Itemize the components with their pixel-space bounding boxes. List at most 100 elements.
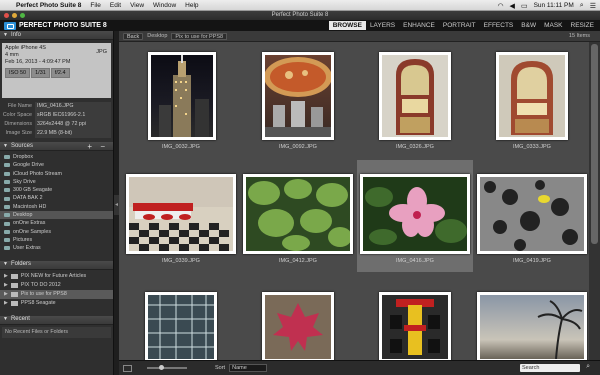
back-button[interactable]: Back: [123, 32, 144, 40]
thumbnail-cell[interactable]: IMG_0419.JPG: [474, 160, 590, 272]
clock[interactable]: Sun 11:11 PM: [534, 2, 574, 9]
folder-item[interactable]: ▶ PPS8 Seagate: [0, 299, 113, 308]
thumbnail-cell[interactable]: [474, 276, 590, 362]
thumbnail-caption: IMG_0092.JPG: [279, 144, 317, 150]
menu-view[interactable]: View: [130, 2, 144, 9]
menu-help[interactable]: Help: [185, 2, 198, 9]
thumbnail-image-pizza[interactable]: [262, 52, 334, 140]
info-summary: Apple iPhone 4S JPG 4 mm Feb 16, 2013 - …: [2, 43, 111, 98]
recent-header[interactable]: ▼ Recent: [0, 315, 113, 325]
module-tabs: BROWSE LAYERS ENHANCE PORTRAIT EFFECTS B…: [328, 20, 598, 31]
tab-portrait[interactable]: PORTRAIT: [439, 21, 480, 30]
source-item-skydrive[interactable]: Sky Drive: [0, 178, 113, 186]
tab-effects[interactable]: EFFECTS: [480, 21, 518, 30]
thumbnail-cell[interactable]: IMG_0412.JPG: [240, 160, 356, 272]
search-input[interactable]: Search: [520, 364, 580, 372]
source-item-onone-extras[interactable]: onOne Extras: [0, 219, 113, 227]
source-item-onone-samples[interactable]: onOne Samples: [0, 228, 113, 236]
thumbnail-caption: IMG_0032.JPG: [162, 144, 200, 150]
spotlight-icon[interactable]: ⌕: [580, 2, 584, 10]
tab-mask[interactable]: MASK: [540, 21, 566, 30]
menu-app[interactable]: Perfect Photo Suite 8: [16, 2, 81, 9]
folder-icon: [10, 300, 18, 306]
thumbnail-image-diner[interactable]: [126, 174, 236, 254]
maple-leaf-illustration: [273, 303, 323, 351]
thumbnail-image-city-night[interactable]: [148, 52, 216, 140]
disclosure-triangle-icon[interactable]: ▼: [3, 315, 8, 324]
thumbnail-cell[interactable]: IMG_0333.JPG: [474, 46, 590, 158]
breadcrumb-current-folder[interactable]: Pix to use for PPS8: [171, 32, 228, 40]
add-remove-source-buttons[interactable]: + −: [87, 142, 108, 151]
folder-item[interactable]: ▶ PIX NEW for Future Articles: [0, 272, 113, 281]
source-item-macintosh-hd[interactable]: Macintosh HD: [0, 203, 113, 211]
tab-layers[interactable]: LAYERS: [366, 21, 399, 30]
folder-item[interactable]: ▶ PIX TO DO 2012: [0, 281, 113, 290]
thumbnail-cell[interactable]: [357, 276, 473, 362]
slider-knob[interactable]: [159, 365, 164, 370]
source-item-desktop[interactable]: Desktop: [0, 211, 113, 220]
tab-bw[interactable]: B&W: [517, 21, 540, 30]
thumbnail-size-slider[interactable]: [147, 365, 187, 370]
menu-window[interactable]: Window: [153, 2, 176, 9]
thumbnail-cell[interactable]: IMG_0326.JPG: [357, 46, 473, 158]
zoom-window-icon[interactable]: [20, 13, 25, 18]
folder-item[interactable]: ▶ Pix to use for PPS8: [0, 289, 113, 299]
thumbnail-image-race-car[interactable]: [379, 292, 451, 362]
dropbox-icon: [4, 155, 10, 160]
menu-edit[interactable]: Edit: [110, 2, 121, 9]
menu-file[interactable]: File: [90, 2, 100, 9]
thumbnail-cell[interactable]: IMG_0339.JPG: [123, 160, 239, 272]
battery-icon[interactable]: ▭: [521, 2, 528, 10]
thumbnail-cell-selected[interactable]: IMG_0416.JPG: [357, 160, 473, 272]
source-item-dropbox[interactable]: Dropbox: [0, 153, 113, 161]
thumbnail-cell[interactable]: [123, 276, 239, 362]
thumbnail-caption: IMG_0412.JPG: [279, 258, 317, 264]
source-item-google-drive[interactable]: Google Drive: [0, 161, 113, 169]
thumbnail-image-hibiscus[interactable]: [360, 174, 470, 254]
sort-select[interactable]: Name: [229, 364, 268, 372]
thumbnail-cell[interactable]: IMG_0092.JPG: [240, 46, 356, 158]
source-item-pictures[interactable]: Pictures: [0, 236, 113, 244]
wifi-icon[interactable]: ◠: [497, 2, 503, 10]
expand-triangle-icon[interactable]: ▶: [4, 299, 8, 308]
expand-triangle-icon[interactable]: ▶: [4, 281, 8, 290]
vertical-scrollbar[interactable]: [589, 42, 600, 360]
thumbnail-image-rocks[interactable]: [477, 174, 587, 254]
thumbnail-image-palm-sunset[interactable]: [477, 292, 587, 362]
source-item-seagate[interactable]: 300 GB Seagate: [0, 186, 113, 194]
tab-browse[interactable]: BROWSE: [328, 21, 366, 30]
thumbnail-image-maple-leaf[interactable]: [262, 292, 334, 362]
thumbnail-image-jukebox-2[interactable]: [496, 52, 568, 140]
close-window-icon[interactable]: [4, 13, 9, 18]
notifications-icon[interactable]: ☰: [590, 2, 596, 10]
metadata-key: Image Size: [5, 130, 33, 136]
source-item-icloud[interactable]: iCloud Photo Stream: [0, 170, 113, 178]
minimize-window-icon[interactable]: [12, 13, 17, 18]
expand-triangle-icon[interactable]: ▶: [4, 272, 8, 281]
recent-header-label: Recent: [10, 316, 30, 323]
rocks-illustration: [480, 177, 584, 251]
expand-triangle-icon[interactable]: ▶: [4, 290, 8, 299]
thumbnail-image-lily-pads[interactable]: [243, 174, 353, 254]
browser-area: Back Desktop Pix to use for PPS8 15 Item…: [119, 31, 600, 375]
breadcrumb-desktop[interactable]: Desktop: [147, 33, 167, 39]
volume-icon[interactable]: ◀: [510, 2, 515, 10]
info-header[interactable]: ▼ Info: [0, 31, 113, 40]
thumbnail-cell[interactable]: [240, 276, 356, 362]
source-item-user-extras[interactable]: User Extras: [0, 244, 113, 252]
sources-header[interactable]: ▼ Sources + −: [0, 142, 113, 151]
disclosure-triangle-icon[interactable]: ▼: [3, 142, 8, 151]
folders-header[interactable]: ▼ Folders: [0, 260, 113, 270]
scrollbar-thumb[interactable]: [591, 44, 598, 244]
source-item-data-bak[interactable]: DATA BAK 2: [0, 194, 113, 202]
thumbnail-caption: IMG_0326.JPG: [396, 144, 434, 150]
tab-enhance[interactable]: ENHANCE: [399, 21, 439, 30]
search-icon[interactable]: ⌕: [586, 363, 590, 371]
tab-resize[interactable]: RESIZE: [567, 21, 598, 30]
disclosure-triangle-icon[interactable]: ▼: [3, 31, 8, 40]
disclosure-triangle-icon[interactable]: ▼: [3, 260, 8, 269]
thumbnail-image-atrium[interactable]: [145, 292, 217, 362]
thumbnail-cell[interactable]: IMG_0032.JPG: [123, 46, 239, 158]
thumbnail-image-jukebox-1[interactable]: [379, 52, 451, 140]
grid-view-icon[interactable]: [123, 364, 132, 372]
